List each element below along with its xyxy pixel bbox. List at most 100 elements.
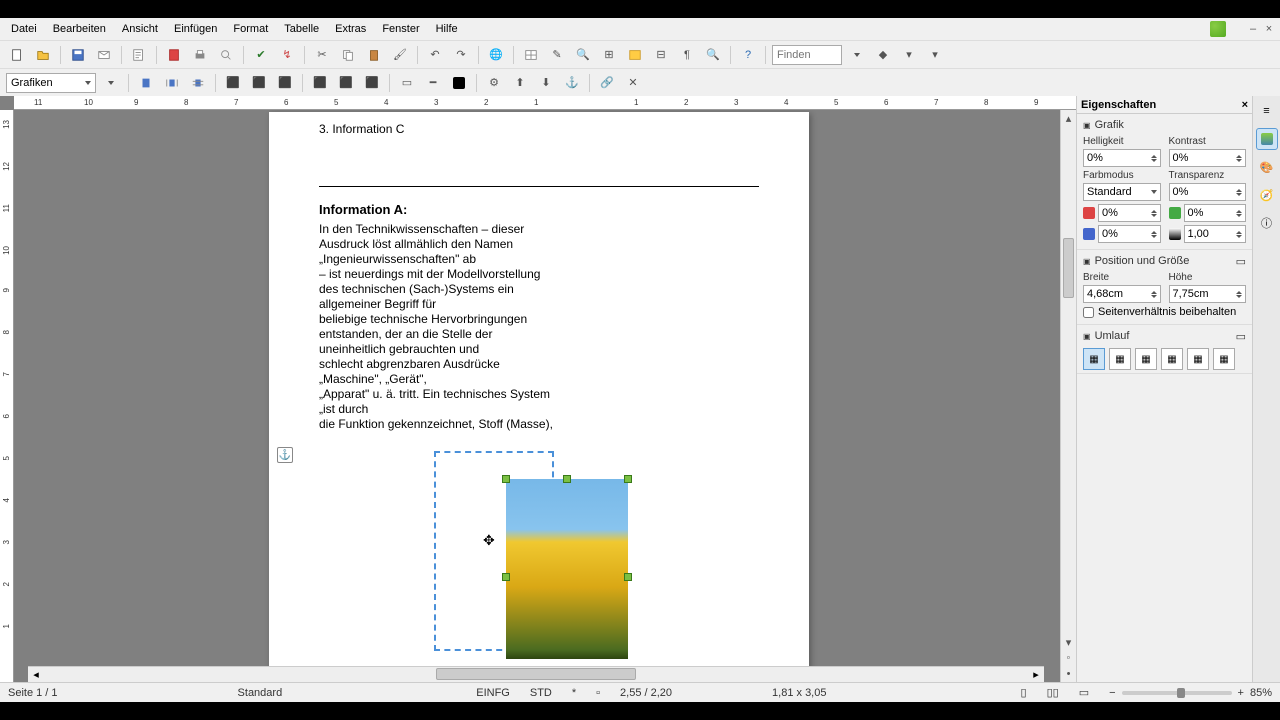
bring-front-icon[interactable]: ⬆ <box>509 72 531 94</box>
zoom-icon[interactable]: 🔍 <box>702 44 724 66</box>
help-icon[interactable]: ? <box>737 44 759 66</box>
panel-close-icon[interactable]: × <box>1242 99 1248 111</box>
unlink-frames-icon[interactable]: ✕ <box>622 72 644 94</box>
scroll-up-icon[interactable]: ▴ <box>1061 110 1076 126</box>
menu-datei[interactable]: Datei <box>4 20 44 38</box>
status-sel-icon[interactable]: * <box>572 687 576 699</box>
find-input[interactable] <box>772 45 842 65</box>
menu-ansicht[interactable]: Ansicht <box>115 20 165 38</box>
section-more-icon[interactable]: ▭ <box>1236 330 1246 343</box>
section-collapse-icon[interactable]: ▣ <box>1083 257 1091 266</box>
gallery-icon[interactable] <box>624 44 646 66</box>
scroll-right-icon[interactable]: ▸ <box>1028 667 1044 682</box>
status-std[interactable]: STD <box>530 687 552 699</box>
new-doc-icon[interactable] <box>6 44 28 66</box>
view-multi-icon[interactable]: ▯▯ <box>1047 686 1059 699</box>
edit-icon[interactable] <box>128 44 150 66</box>
page-canvas[interactable]: 3. Information C Information A: In den T… <box>14 110 1060 682</box>
sidebar-tab-navigator[interactable]: 🧭 <box>1256 184 1278 206</box>
close-icon[interactable]: × <box>1262 22 1276 36</box>
contrast-input[interactable]: 0% <box>1169 149 1247 167</box>
show-draw-icon[interactable]: ✎ <box>546 44 568 66</box>
menu-format[interactable]: Format <box>226 20 275 38</box>
anchor-marker-icon[interactable]: ⚓ <box>277 447 293 463</box>
align-right-icon[interactable]: ⬛ <box>274 72 296 94</box>
transparency-input[interactable]: 0% <box>1169 183 1247 201</box>
format-paint-icon[interactable]: 🖌 <box>389 44 411 66</box>
wrap-after-button[interactable]: ▦ <box>1135 348 1157 370</box>
hyperlink-icon[interactable]: 🌐 <box>485 44 507 66</box>
find-dropdown-icon[interactable] <box>846 44 868 66</box>
horizontal-ruler[interactable]: 1110987654321123456789 <box>14 96 1076 110</box>
autospell-icon[interactable]: ↯ <box>276 44 298 66</box>
view-book-icon[interactable]: ▭ <box>1079 686 1089 699</box>
green-input[interactable]: 0% <box>1184 204 1247 222</box>
find-prev-icon[interactable]: ◆ <box>872 44 894 66</box>
find-close-icon[interactable]: ▾ <box>924 44 946 66</box>
spellcheck-icon[interactable]: ✔ <box>250 44 272 66</box>
menu-extras[interactable]: Extras <box>328 20 373 38</box>
datasources-icon[interactable]: ⊟ <box>650 44 672 66</box>
nav-prevpage-icon[interactable]: ◦ <box>1061 650 1076 666</box>
sidebar-tab-gallery[interactable]: 🎨 <box>1256 156 1278 178</box>
vertical-ruler[interactable]: 13121110987654321 <box>0 110 14 682</box>
menu-einfuegen[interactable]: Einfügen <box>167 20 224 38</box>
wrap-optimal-button[interactable]: ▦ <box>1213 348 1235 370</box>
menu-tabelle[interactable]: Tabelle <box>277 20 326 38</box>
align-bottom-icon[interactable]: ⬛ <box>361 72 383 94</box>
align-center-h-icon[interactable]: ⬛ <box>248 72 270 94</box>
view-single-icon[interactable]: ▯ <box>1021 686 1027 699</box>
hscroll-thumb[interactable] <box>436 668 636 680</box>
print-icon[interactable] <box>189 44 211 66</box>
vscroll-thumb[interactable] <box>1063 238 1074 298</box>
cut-icon[interactable]: ✂ <box>311 44 333 66</box>
send-back-icon[interactable]: ⬇ <box>535 72 557 94</box>
wrap-before-button[interactable]: ▦ <box>1109 348 1131 370</box>
zoom-in-icon[interactable]: + <box>1238 687 1244 699</box>
resize-handle-nw[interactable] <box>502 475 510 483</box>
nav-next-icon[interactable]: • <box>1061 666 1076 682</box>
table-icon[interactable] <box>520 44 542 66</box>
sidebar-tab-functions[interactable]: ⓘ <box>1256 212 1278 234</box>
section-collapse-icon[interactable]: ▣ <box>1083 121 1091 130</box>
anchor-icon[interactable]: ⚓ <box>561 72 583 94</box>
menu-bearbeiten[interactable]: Bearbeiten <box>46 20 113 38</box>
paste-icon[interactable] <box>363 44 385 66</box>
selected-image[interactable] <box>506 479 628 659</box>
resize-handle-e[interactable] <box>624 573 632 581</box>
wrap-page-icon[interactable] <box>161 72 183 94</box>
scroll-down-icon[interactable]: ▾ <box>1061 634 1076 650</box>
style-menu-icon[interactable] <box>100 72 122 94</box>
resize-handle-ne[interactable] <box>624 475 632 483</box>
style-select[interactable]: Grafiken <box>6 73 96 93</box>
wrap-parallel-button[interactable]: ▦ <box>1161 348 1183 370</box>
zoom-out-icon[interactable]: − <box>1109 687 1115 699</box>
line-color-icon[interactable] <box>448 72 470 94</box>
save-icon[interactable] <box>67 44 89 66</box>
undo-icon[interactable]: ↶ <box>424 44 446 66</box>
frame-props-icon[interactable]: ⚙ <box>483 72 505 94</box>
find-replace-icon[interactable]: 🔍 <box>572 44 594 66</box>
colormode-select[interactable]: Standard <box>1083 183 1161 201</box>
resize-handle-w[interactable] <box>502 573 510 581</box>
section-collapse-icon[interactable]: ▣ <box>1083 332 1091 341</box>
menu-hilfe[interactable]: Hilfe <box>429 20 465 38</box>
zoom-value[interactable]: 85% <box>1250 687 1272 699</box>
blue-input[interactable]: 0% <box>1098 225 1161 243</box>
align-left-icon[interactable]: ⬛ <box>222 72 244 94</box>
status-signature-icon[interactable]: ▫ <box>596 687 600 699</box>
vertical-scrollbar[interactable]: ▴ ▾ ◦ • <box>1060 110 1076 682</box>
link-frames-icon[interactable]: 🔗 <box>596 72 618 94</box>
open-icon[interactable] <box>32 44 54 66</box>
status-insert[interactable]: EINFG <box>476 687 510 699</box>
section-more-icon[interactable]: ▭ <box>1236 255 1246 268</box>
line-style-icon[interactable]: ━ <box>422 72 444 94</box>
sidebar-tab-properties[interactable]: ≡ <box>1256 100 1278 122</box>
copy-icon[interactable] <box>337 44 359 66</box>
wrap-through-button[interactable]: ▦ <box>1187 348 1209 370</box>
minimize-icon[interactable]: – <box>1246 22 1260 36</box>
pdf-icon[interactable] <box>163 44 185 66</box>
borders-icon[interactable]: ▭ <box>396 72 418 94</box>
sidebar-tab-styles[interactable] <box>1256 128 1278 150</box>
wrap-none-button[interactable]: ▦ <box>1083 348 1105 370</box>
